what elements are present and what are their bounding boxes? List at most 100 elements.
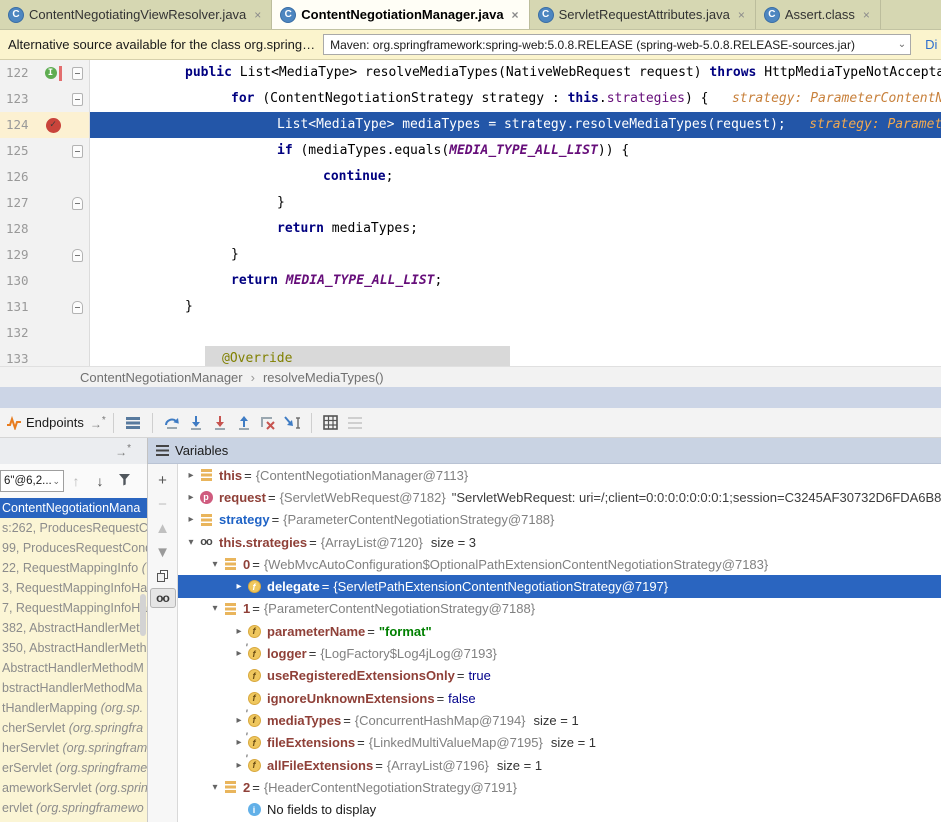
editor-line-131[interactable]: 131} [0,294,941,320]
fold-marker[interactable] [72,301,83,314]
add-watch-button[interactable]: + [152,468,174,492]
fold-marker[interactable] [72,67,83,80]
variable-row[interactable]: ▸this={ContentNegotiationManager@7113} [178,464,941,486]
expand-arrow-icon[interactable]: ▸ [232,737,246,748]
pin-icon[interactable]: →* [115,443,131,459]
run-to-cursor-button[interactable] [280,411,304,435]
stack-frame-row[interactable]: tHandlerMapping (org.sp. [0,698,147,718]
variable-row[interactable]: ▸fparameterName="format" [178,620,941,642]
collapse-arrow-icon[interactable]: ▾ [208,559,222,570]
disable-link[interactable]: Di [925,37,937,52]
collapse-arrow-icon[interactable]: ▾ [184,537,198,548]
step-out-button[interactable] [232,411,256,435]
stack-frame-row[interactable]: 7, RequestMappingInfoHa [0,598,147,618]
stack-frame-row[interactable]: s:262, ProducesRequestCo [0,518,147,538]
collapse-arrow-icon[interactable]: ▾ [208,603,222,614]
step-over-button[interactable] [160,411,184,435]
thread-dropdown[interactable]: 6"@6,2... ⌄ [0,470,64,492]
variable-row[interactable]: ▸strategy={ParameterContentNegotiationSt… [178,509,941,531]
expand-arrow-icon[interactable]: ▸ [184,470,198,481]
expand-arrow-icon[interactable]: ▸ [232,581,246,592]
expand-arrow-icon[interactable]: ▸ [232,715,246,726]
sources-jar-dropdown[interactable]: Maven: org.springframework:spring-web:5.… [323,34,911,55]
variable-row[interactable]: fignoreUnknownExtensions=false [178,687,941,709]
variable-row[interactable]: ▸ffileExtensions={LinkedMultiValueMap@71… [178,732,941,754]
editor-line-122[interactable]: 122Ipublic List<MediaType> resolveMediaT… [0,60,941,86]
expand-arrow-icon[interactable]: ▸ [232,760,246,771]
code-editor[interactable]: 122Ipublic List<MediaType> resolveMediaT… [0,60,941,366]
editor-line-128[interactable]: 128return mediaTypes; [0,216,941,242]
tab-ContentNegotiatingViewResolver.java[interactable]: CContentNegotiatingViewResolver.java× [0,0,272,29]
variable-row[interactable]: ▸fallFileExtensions={ArrayList@7196}size… [178,754,941,776]
tab-Assert.class[interactable]: CAssert.class× [756,0,881,29]
editor-line-127[interactable]: 127} [0,190,941,216]
editor-line-133[interactable]: 133@Override [0,346,941,366]
stack-frame-row[interactable]: ervlet (org.springframewo [0,798,147,818]
variable-row[interactable]: ▸fdelegate={ServletPathExtensionContentN… [178,575,941,597]
variable-row[interactable]: fuseRegisteredExtensionsOnly=true [178,665,941,687]
variable-row[interactable]: ▾oothis.strategies={ArrayList@7120}size … [178,531,941,553]
variable-row[interactable]: ▾0={WebMvcAutoConfiguration$OptionalPath… [178,553,941,575]
show-watches-toggle[interactable]: oo [150,588,176,608]
stack-frame-row[interactable]: 99, ProducesRequestCond [0,538,147,558]
expand-arrow-icon[interactable]: ▸ [232,648,246,659]
drop-frame-button[interactable] [256,411,280,435]
editor-line-126[interactable]: 126continue; [0,164,941,190]
evaluate-expression-button[interactable] [319,411,343,435]
variable-row[interactable]: ▸fmediaTypes={ConcurrentHashMap@7194}siz… [178,709,941,731]
implemented-method-icon[interactable]: I [45,67,57,79]
debugger-menu-button[interactable] [121,411,145,435]
variable-row[interactable]: ▾2={HeaderContentNegotiationStrategy@719… [178,776,941,798]
force-step-into-button[interactable] [208,411,232,435]
editor-line-129[interactable]: 129} [0,242,941,268]
stack-frame-row[interactable]: ameworkServlet (org.sprin [0,778,147,798]
stack-frame-row[interactable]: 3, RequestMappingInfoHa [0,578,147,598]
stack-frame-row[interactable]: erServlet (org.springframe [0,758,147,778]
tab-endpoints[interactable]: Endpoints [26,415,84,430]
tab-close-icon[interactable]: × [738,8,745,22]
pin-icon[interactable]: →* [90,415,106,431]
stack-frame-row[interactable]: ContentNegotiationMana [0,498,147,518]
variables-panel-header[interactable]: Variables [148,438,941,464]
filter-frames-button[interactable] [112,473,136,489]
editor-line-125[interactable]: 125if (mediaTypes.equals(MEDIA_TYPE_ALL_… [0,138,941,164]
breakpoint-icon[interactable]: ✓ [46,118,61,133]
tab-close-icon[interactable]: × [254,8,261,22]
editor-line-132[interactable]: 132 [0,320,941,346]
fold-marker[interactable] [72,145,83,158]
frame-up-button[interactable]: ↑ [64,473,88,489]
fold-marker[interactable] [72,93,83,106]
expand-arrow-icon[interactable]: ▸ [232,626,246,637]
editor-line-123[interactable]: 123for (ContentNegotiationStrategy strat… [0,86,941,112]
variables-tree[interactable]: ▸this={ContentNegotiationManager@7113}▸p… [178,464,941,822]
fold-marker[interactable] [72,249,83,262]
stack-frame-row[interactable]: herServlet (org.springfram [0,738,147,758]
tab-ServletRequestAttributes.java[interactable]: CServletRequestAttributes.java× [530,0,756,29]
editor-line-130[interactable]: 130return MEDIA_TYPE_ALL_LIST; [0,268,941,294]
variable-row[interactable]: ▸flogger={LogFactory$Log4jLog@7193} [178,642,941,664]
stack-frame-row[interactable]: 350, AbstractHandlerMetho [0,638,147,658]
tab-close-icon[interactable]: × [863,8,870,22]
tab-ContentNegotiationManager.java[interactable]: CContentNegotiationManager.java× [272,0,529,29]
collapse-arrow-icon[interactable]: ▾ [208,782,222,793]
variable-row[interactable]: iNo fields to display [178,798,941,820]
stack-frame-row[interactable]: 22, RequestMappingInfo ( [0,558,147,578]
move-down-button[interactable]: ▼ [152,540,174,564]
frame-down-button[interactable]: ↓ [88,473,112,489]
frames-list[interactable]: ContentNegotiationManas:262, ProducesReq… [0,498,147,822]
frames-scrollbar[interactable] [140,594,146,636]
expand-arrow-icon[interactable]: ▸ [184,514,198,525]
variable-row[interactable]: ▾1={ParameterContentNegotiationStrategy@… [178,598,941,620]
fold-marker[interactable] [72,197,83,210]
duplicate-button[interactable] [152,564,174,588]
expand-arrow-icon[interactable]: ▸ [184,492,198,503]
breadcrumb-method[interactable]: resolveMediaTypes() [263,370,384,385]
stack-frame-row[interactable]: bstractHandlerMethodMa [0,678,147,698]
stack-frame-row[interactable]: AbstractHandlerMethodM [0,658,147,678]
step-into-button[interactable] [184,411,208,435]
stack-frame-row[interactable]: 382, AbstractHandlerMeth [0,618,147,638]
editor-line-124[interactable]: 124✓List<MediaType> mediaTypes = strateg… [0,112,941,138]
tab-close-icon[interactable]: × [512,8,519,22]
variable-row[interactable]: ▸prequest={ServletWebRequest@7182}"Servl… [178,486,941,508]
stack-frame-row[interactable]: cherServlet (org.springfra [0,718,147,738]
